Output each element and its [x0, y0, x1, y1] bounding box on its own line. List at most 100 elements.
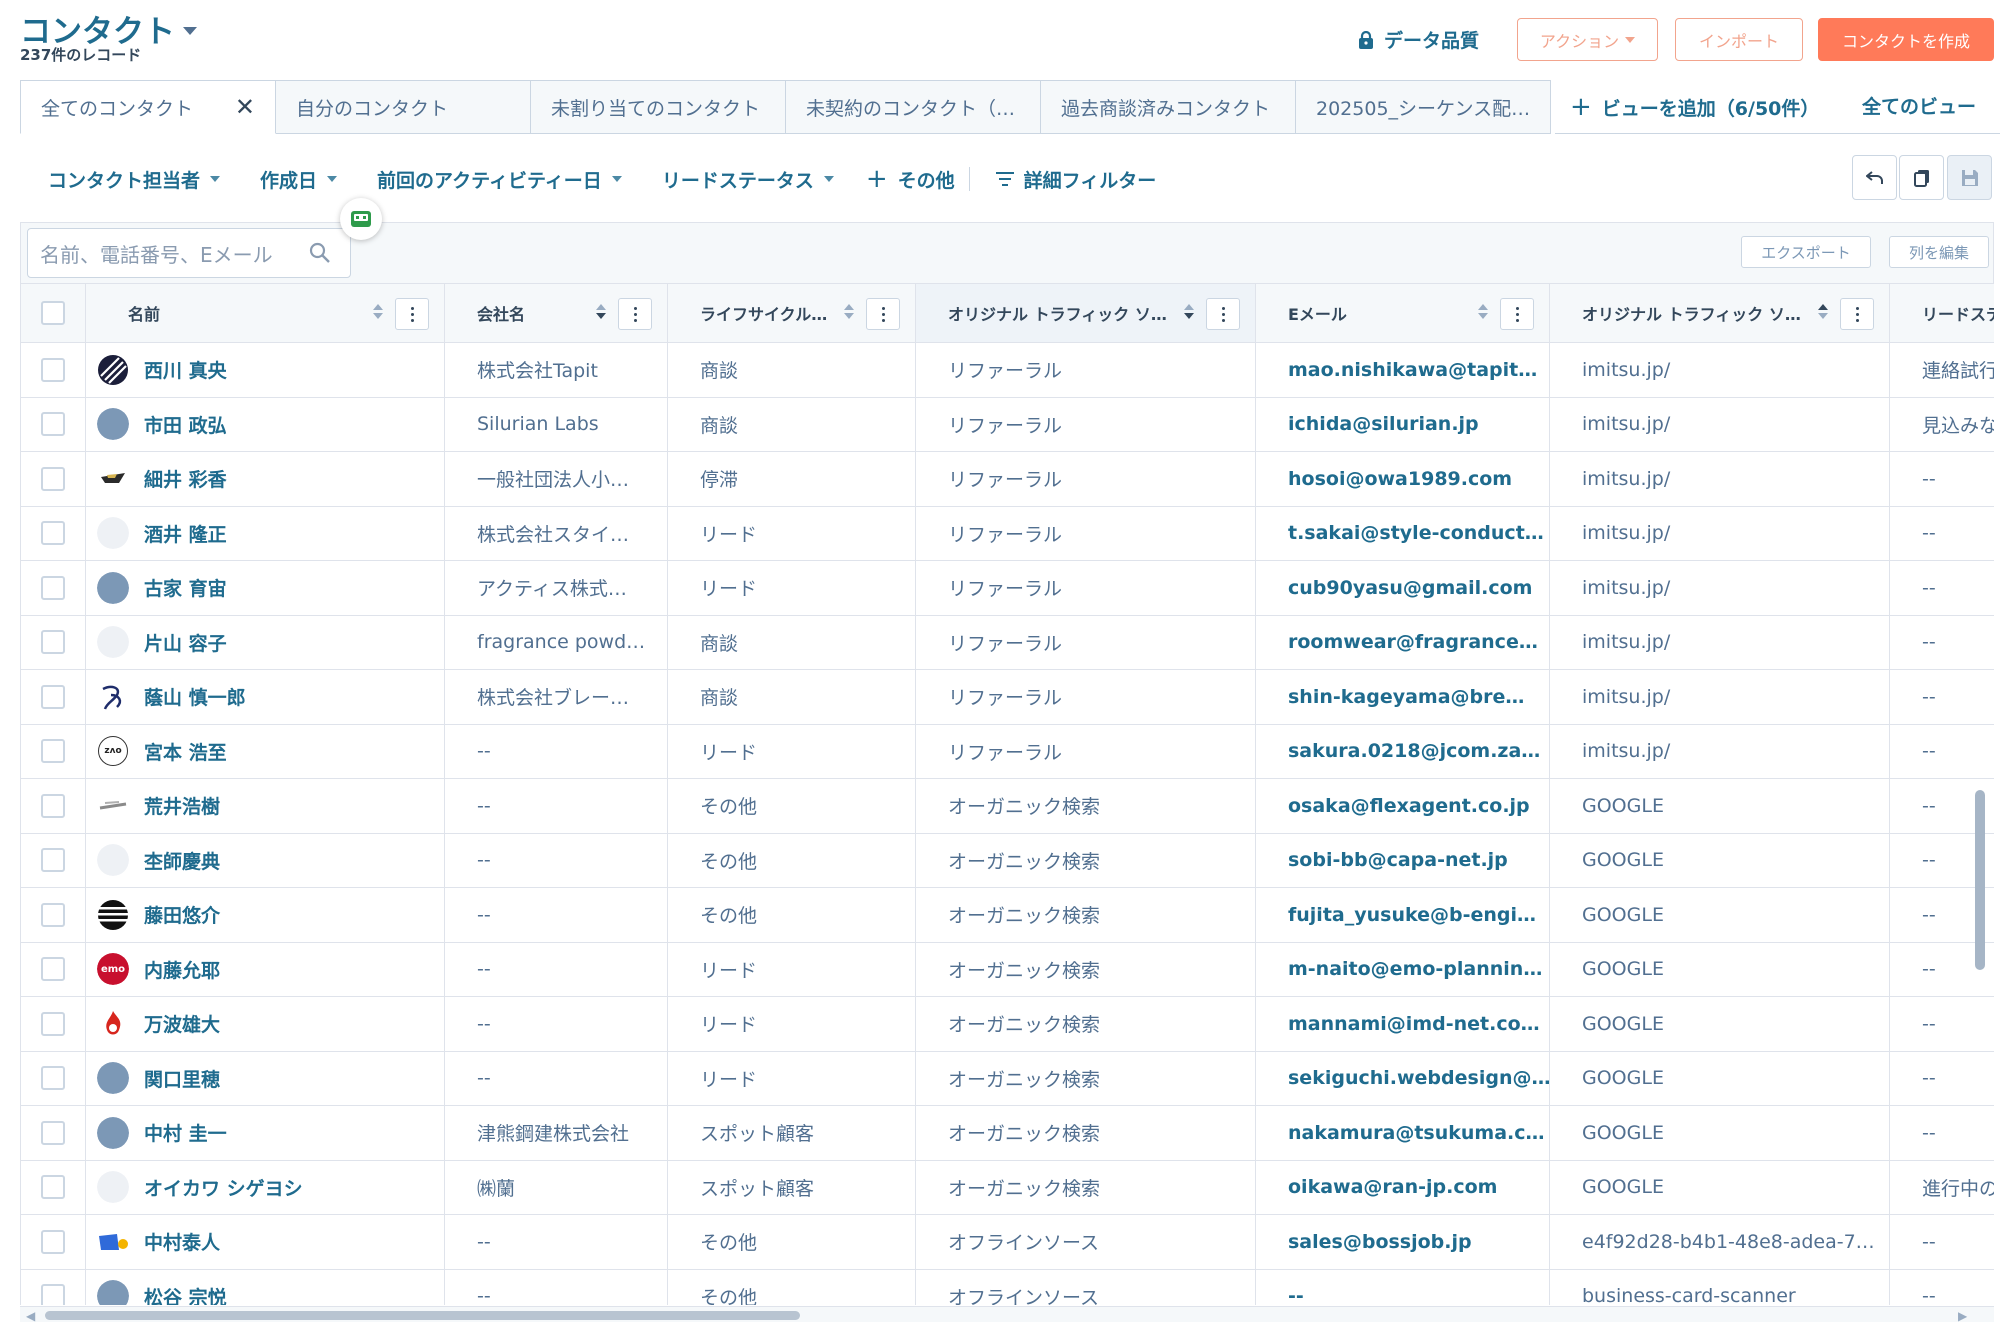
- filter-contact-owner[interactable]: コンタクト担当者: [48, 166, 221, 193]
- email-link[interactable]: nakamura@tsukuma.c…: [1288, 1122, 1545, 1144]
- contact-name-link[interactable]: 片山 容子: [144, 629, 227, 656]
- sort-icon[interactable]: [373, 304, 383, 319]
- email-link[interactable]: cub90yasu@gmail.com: [1288, 577, 1532, 599]
- contact-name-link[interactable]: 古家 育宙: [144, 574, 227, 601]
- email-link[interactable]: ichida@silurian.jp: [1288, 413, 1479, 435]
- sort-icon[interactable]: [596, 304, 606, 319]
- tab-all-contacts[interactable]: 全てのコンタクト ✕: [20, 80, 276, 134]
- contact-name-link[interactable]: 松谷 宗悦: [144, 1283, 227, 1305]
- filter-more[interactable]: + その他: [866, 164, 955, 194]
- table-row[interactable]: 杢師慶典 -- その他 オーガニック検索 sobi-bb@capa-net.jp GOOG…: [21, 833, 1994, 888]
- create-contact-button[interactable]: コンタクトを作成: [1818, 18, 1994, 61]
- row-checkbox[interactable]: [41, 466, 65, 491]
- contact-name-link[interactable]: 万波雄大: [144, 1010, 220, 1037]
- email-link[interactable]: shin-kageyama@bre…: [1288, 686, 1524, 708]
- email-link[interactable]: mao.nishikawa@tapit…: [1288, 359, 1537, 381]
- column-header-name[interactable]: 名前: [86, 284, 445, 342]
- table-row[interactable]: 酒井 隆正 株式会社スタイ… リード リファーラル t.sakai@style-cond…: [21, 506, 1994, 561]
- contact-name-link[interactable]: 蔭山 慎一郎: [144, 683, 246, 710]
- row-checkbox[interactable]: [41, 1066, 65, 1091]
- email-link[interactable]: osaka@flexagent.co.jp: [1288, 795, 1530, 817]
- table-row[interactable]: 古家 育宙 アクティス株式… リード リファーラル cub90yasu@gmail.co…: [21, 561, 1994, 616]
- scroll-right-icon[interactable]: ▶: [1958, 1309, 1967, 1323]
- contact-name-link[interactable]: 中村 圭一: [144, 1119, 227, 1146]
- contact-name-link[interactable]: 中村泰人: [144, 1228, 220, 1255]
- export-button[interactable]: エクスポート: [1741, 236, 1871, 268]
- email-link[interactable]: sales@bossjob.jp: [1288, 1231, 1472, 1253]
- contact-name-link[interactable]: 酒井 隆正: [144, 520, 227, 547]
- tab-past-deal-contacts[interactable]: 過去商談済みコンタクト: [1041, 80, 1296, 134]
- column-menu-icon[interactable]: [1500, 298, 1534, 330]
- table-row[interactable]: 万波雄大 -- リード オーガニック検索 mannami@imd-net.co… GOOG…: [21, 997, 1994, 1052]
- all-views-link[interactable]: 全てのビュー: [1862, 92, 1976, 119]
- row-checkbox[interactable]: [41, 848, 65, 873]
- undo-button[interactable]: [1852, 155, 1897, 200]
- contact-name-link[interactable]: 藤田悠介: [144, 901, 220, 928]
- row-checkbox[interactable]: [41, 1120, 65, 1145]
- contact-name-link[interactable]: 関口里穂: [144, 1065, 220, 1092]
- tab-unassigned-contacts[interactable]: 未割り当てのコンタクト: [531, 80, 786, 134]
- table-row[interactable]: 中村 圭一 津熊鋼建株式会社 スポット顧客 オーガニック検索 nakamura@tsuk…: [21, 1106, 1994, 1161]
- row-checkbox[interactable]: [41, 739, 65, 764]
- column-header-email[interactable]: Eメール: [1256, 284, 1550, 342]
- contact-name-link[interactable]: 西川 真央: [144, 356, 227, 383]
- contact-name-link[interactable]: 細井 彩香: [144, 465, 227, 492]
- email-link[interactable]: sobi-bb@capa-net.jp: [1288, 849, 1508, 871]
- table-row[interactable]: 関口里穂 -- リード オーガニック検索 sekiguchi.webdesign@… GO…: [21, 1051, 1994, 1106]
- row-checkbox[interactable]: [41, 902, 65, 927]
- tab-sequence-contacts[interactable]: 202505_シーケンス配…: [1296, 80, 1551, 134]
- table-row[interactable]: オイカワ シゲヨシ ㈱蘭 スポット顧客 オーガニック検索 oikawa@ran-jp.c…: [21, 1160, 1994, 1215]
- sort-icon[interactable]: [1478, 304, 1488, 319]
- edit-columns-button[interactable]: 列を編集: [1889, 236, 1989, 268]
- row-checkbox[interactable]: [41, 575, 65, 600]
- column-header-traffic-source-2[interactable]: オリジナル トラフィック ソ…: [1550, 284, 1890, 342]
- email-link[interactable]: sakura.0218@jcom.za…: [1288, 740, 1540, 762]
- table-row[interactable]: 市田 政弘 Silurian Labs 商談 リファーラル ichida@siluria…: [21, 397, 1994, 452]
- sort-icon[interactable]: [1184, 304, 1194, 319]
- contact-name-link[interactable]: 荒井浩樹: [144, 792, 220, 819]
- row-checkbox[interactable]: [41, 1284, 65, 1305]
- email-link[interactable]: t.sakai@style-conduct…: [1288, 522, 1544, 544]
- contact-name-link[interactable]: 市田 政弘: [144, 411, 227, 438]
- contact-name-link[interactable]: 杢師慶典: [144, 847, 220, 874]
- table-row[interactable]: 細井 彩香 一般社団法人小… 停滞 リファーラル hosoi@owa1989.com im…: [21, 452, 1994, 507]
- email-link[interactable]: m-naito@emo-plannin…: [1288, 958, 1542, 980]
- column-menu-icon[interactable]: [866, 298, 900, 330]
- contact-name-link[interactable]: オイカワ シゲヨシ: [144, 1174, 303, 1201]
- select-all-checkbox[interactable]: [41, 301, 65, 325]
- column-header-traffic-source[interactable]: オリジナル トラフィック ソ…: [916, 284, 1256, 342]
- email-link[interactable]: mannami@imd-net.co…: [1288, 1013, 1540, 1035]
- row-checkbox[interactable]: [41, 630, 65, 655]
- import-button[interactable]: インポート: [1675, 18, 1803, 61]
- row-checkbox[interactable]: [41, 1229, 65, 1254]
- row-checkbox[interactable]: [41, 957, 65, 982]
- column-header-lifecycle[interactable]: ライフサイクル…: [668, 284, 916, 342]
- row-checkbox[interactable]: [41, 1011, 65, 1036]
- column-header-company[interactable]: 会社名: [445, 284, 668, 342]
- clone-view-button[interactable]: [1899, 155, 1944, 200]
- row-checkbox[interactable]: [41, 521, 65, 546]
- contact-name-link[interactable]: 宮本 浩至: [144, 738, 227, 765]
- email-link[interactable]: oikawa@ran-jp.com: [1288, 1176, 1497, 1198]
- row-checkbox[interactable]: [41, 357, 65, 382]
- vertical-scrollbar[interactable]: [1975, 790, 1985, 970]
- column-menu-icon[interactable]: [395, 298, 429, 330]
- row-checkbox[interactable]: [41, 793, 65, 818]
- table-row[interactable]: emo 内藤允耶 -- リード オーガニック検索 m-naito@emo-plannin……: [21, 942, 1994, 997]
- ai-assistant-icon[interactable]: [340, 198, 382, 240]
- email-link[interactable]: roomwear@fragrance…: [1288, 631, 1538, 653]
- column-menu-icon[interactable]: [1840, 298, 1874, 330]
- row-checkbox[interactable]: [41, 412, 65, 437]
- advanced-filter-button[interactable]: 詳細フィルター: [995, 166, 1156, 193]
- row-checkbox[interactable]: [41, 684, 65, 709]
- tab-uncontracted-contacts[interactable]: 未契約のコンタクト（…: [786, 80, 1041, 134]
- search-input[interactable]: 名前、電話番号、Eメール: [27, 228, 351, 278]
- table-row[interactable]: 蔭山 慎一郎 株式会社ブレー… 商談 リファーラル shin-kageyama@bre……: [21, 670, 1994, 725]
- close-icon[interactable]: ✕: [235, 93, 255, 121]
- email-link[interactable]: hosoi@owa1989.com: [1288, 468, 1512, 490]
- email-link[interactable]: sekiguchi.webdesign@…: [1288, 1067, 1549, 1089]
- table-row[interactable]: 西川 真央 株式会社Tapit 商談 リファーラル mao.nishikawa@tapi…: [21, 343, 1994, 398]
- horizontal-scrollbar[interactable]: [45, 1311, 800, 1320]
- table-row[interactable]: 藤田悠介 -- その他 オーガニック検索 fujita_yusuke@b-engi… GO…: [21, 888, 1994, 943]
- column-menu-icon[interactable]: [618, 298, 652, 330]
